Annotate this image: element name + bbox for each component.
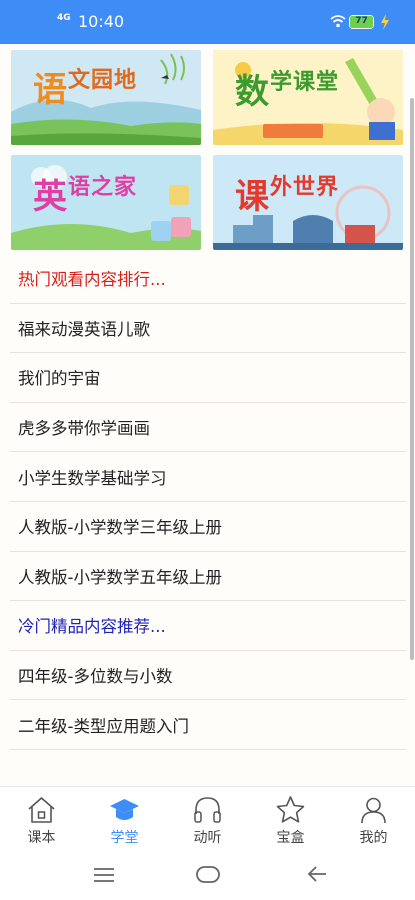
tab-treasure-label: 宝盒 (276, 830, 305, 846)
battery-indicator: 77 (349, 15, 374, 29)
list-item[interactable]: 小学生数学基础学习 (10, 452, 406, 502)
content-list: 热门观看内容排行... 福来动漫英语儿歌 我们的宇宙 虎多多带你学画画 小学生数… (10, 254, 406, 750)
person-icon (361, 797, 386, 824)
list-item[interactable]: 人教版-小学数学三年级上册 (10, 502, 406, 552)
scrollbar[interactable] (410, 98, 414, 660)
headphones-icon (194, 797, 221, 823)
list-item[interactable]: 福来动漫英语儿歌 (10, 304, 406, 354)
tab-textbook-label: 课本 (27, 830, 56, 846)
tile-world-title: 课外世界 (235, 175, 340, 217)
tile-math[interactable]: 数学课堂 (213, 50, 403, 145)
star-icon (276, 796, 305, 823)
charging-icon (381, 14, 389, 30)
tile-english[interactable]: 英语之家 (11, 155, 201, 250)
tab-mine-label: 我的 (359, 830, 388, 846)
graduation-cap-icon (110, 799, 139, 820)
tile-chinese-title: 语文园地 (33, 68, 138, 110)
home-button-icon[interactable] (195, 862, 221, 886)
wifi-icon (330, 15, 346, 28)
list-item[interactable]: 人教版-小学数学五年级上册 (10, 552, 406, 602)
tile-math-title: 数学课堂 (235, 70, 340, 112)
house-icon (28, 797, 55, 823)
back-icon[interactable] (305, 862, 329, 886)
tab-study[interactable]: 学堂 (83, 787, 166, 849)
list-item[interactable]: 我们的宇宙 (10, 353, 406, 403)
battery-level: 77 (350, 16, 373, 28)
main-content: 语文园地 数学课堂 英语之家 课 外世界 热门观看内容排行... 福来动漫英语儿… (0, 44, 415, 786)
tile-chinese[interactable]: 语文园地 (11, 50, 201, 145)
tab-listen-label: 动听 (193, 830, 222, 846)
tab-listen[interactable]: 动听 (166, 787, 249, 849)
tab-mine[interactable]: 我的 (332, 787, 415, 849)
hot-list-header[interactable]: 热门观看内容排行... (10, 254, 406, 304)
cold-list-header[interactable]: 冷门精品内容推荐... (10, 601, 406, 651)
list-item[interactable]: 四年级-多位数与小数 (10, 651, 406, 701)
tile-english-title: 英语之家 (33, 175, 138, 217)
list-item[interactable]: 二年级-类型应用题入门 (10, 700, 406, 750)
tab-treasure[interactable]: 宝盒 (249, 787, 332, 849)
list-item[interactable]: 虎多多带你学画画 (10, 403, 406, 453)
menu-icon[interactable] (92, 862, 116, 886)
tab-study-label: 学堂 (110, 830, 139, 846)
status-time: 10:40 (78, 12, 125, 31)
tile-world[interactable]: 课外世界 (213, 155, 403, 250)
tab-textbook[interactable]: 课本 (0, 787, 83, 849)
system-nav-bar (0, 848, 415, 900)
network-indicator: 4G (57, 13, 71, 23)
bottom-tab-bar: 课本 学堂 动听 宝盒 我的 (0, 786, 415, 848)
status-bar: 4G 10:40 77 (0, 0, 415, 44)
